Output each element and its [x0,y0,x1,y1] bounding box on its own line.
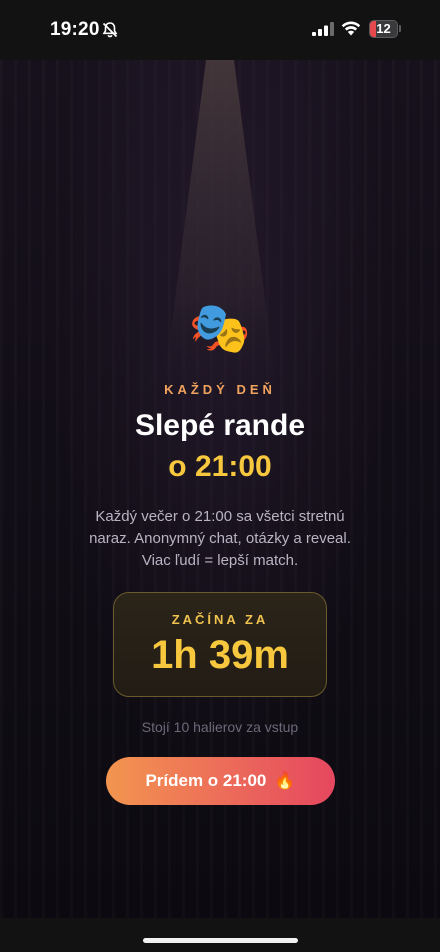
status-time: 19:20 [50,19,100,40]
join-button[interactable]: Prídem o 21:00 🔥 [106,757,335,805]
battery-icon: 12 [369,20,398,38]
join-button-label: Prídem o 21:00 [145,771,267,790]
fire-icon: 🔥 [274,771,296,790]
countdown-value: 1h 39m [151,633,289,677]
event-description: Každý večer o 21:00 sa všetci stretnú na… [89,508,351,569]
theater-masks-icon: 🎭 [188,300,252,356]
countdown-card: ZAČÍNA ZA 1h 39m [113,592,327,697]
spotlight-beam [162,60,278,400]
eyebrow-label: KAŽDÝ DEŇ [164,382,276,397]
page-title: Slepé rande [134,409,306,442]
home-indicator[interactable] [143,938,298,943]
bell-slash-icon [102,22,118,38]
wifi-icon [341,21,361,36]
status-bar: 19:20 12 [0,0,440,60]
battery-tip [399,25,401,32]
cellular-signal-icon [312,22,334,36]
blind-date-screen: 🎭 KAŽDÝ DEŇ Slepé rande o 21:00 Každý ve… [0,60,440,918]
entry-cost-note: Stojí 10 halierov za vstup [141,719,299,735]
countdown-label: ZAČÍNA ZA [171,612,269,627]
battery-level: 12 [376,21,391,36]
event-time: o 21:00 [168,450,272,483]
home-area [0,918,440,952]
